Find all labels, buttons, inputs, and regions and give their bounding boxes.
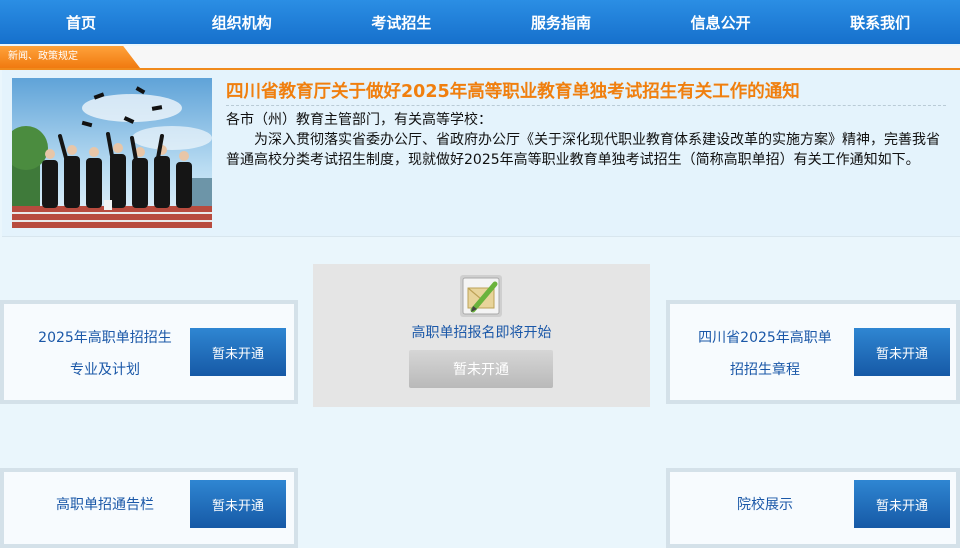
- card-admission-regulation-line2: 招招生章程: [730, 362, 800, 378]
- nav-contact-us[interactable]: 联系我们: [800, 0, 960, 44]
- registration-panel: 高职单招报名即将开始 暂未开通: [313, 264, 650, 407]
- graduation-photo[interactable]: [12, 78, 212, 228]
- admission-plan-button[interactable]: 暂未开通: [190, 328, 286, 376]
- school-showcase-button[interactable]: 暂未开通: [854, 480, 950, 528]
- nav-organization[interactable]: 组织机构: [162, 0, 322, 44]
- card-admission-regulation: 四川省2025年高职单 招招生章程 暂未开通: [666, 300, 960, 404]
- bulletin-button[interactable]: 暂未开通: [190, 480, 286, 528]
- edit-pencil-icon: [459, 274, 503, 318]
- card-bulletin-label: 高职单招通告栏: [56, 497, 154, 513]
- card-admission-regulation-line1: 四川省2025年高职单: [698, 330, 832, 346]
- card-admission-plan-line2: 专业及计划: [70, 362, 140, 378]
- card-school-showcase: 院校展示 暂未开通: [666, 468, 960, 548]
- news-paragraph: 为深入贯彻落实省委办公厅、省政府办公厅《关于深化现代职业教育体系建设改革的实施方…: [226, 132, 940, 168]
- card-admission-plan-line1: 2025年高职单招招生: [38, 330, 172, 346]
- news-greeting: 各市（州）教育主管部门，有关高等学校：: [226, 112, 492, 128]
- nav-home[interactable]: 首页: [0, 0, 162, 44]
- news-title[interactable]: 四川省教育厅关于做好2025年高等职业教育单独考试招生有关工作的通知: [226, 78, 946, 106]
- nav-info-disclosure[interactable]: 信息公开: [641, 0, 801, 44]
- card-bulletin: 高职单招通告栏 暂未开通: [0, 468, 298, 548]
- news-body: 各市（州）教育主管部门，有关高等学校： 为深入贯彻落实省委办公厅、省政府办公厅《…: [226, 110, 950, 170]
- graduation-photo-image: [12, 78, 212, 228]
- registration-button[interactable]: 暂未开通: [409, 350, 553, 388]
- notice-tab[interactable]: 新闻、政策规定: [0, 46, 140, 68]
- notice-bar: 新闻、政策规定: [0, 46, 960, 70]
- card-school-showcase-label: 院校展示: [737, 497, 793, 513]
- registration-label: 高职单招报名即将开始: [411, 325, 552, 341]
- nav-service-guide[interactable]: 服务指南: [481, 0, 641, 44]
- card-admission-plan: 2025年高职单招招生 专业及计划 暂未开通: [0, 300, 298, 404]
- nav-exam-admission[interactable]: 考试招生: [322, 0, 482, 44]
- admission-regulation-button[interactable]: 暂未开通: [854, 328, 950, 376]
- news-panel: 四川省教育厅关于做好2025年高等职业教育单独考试招生有关工作的通知 各市（州）…: [2, 70, 960, 237]
- card-admission-plan-label: 2025年高职单招招生 专业及计划: [24, 322, 186, 386]
- top-nav: 首页 组织机构 考试招生 服务指南 信息公开 联系我们: [0, 0, 960, 44]
- card-admission-regulation-label: 四川省2025年高职单 招招生章程: [680, 322, 850, 386]
